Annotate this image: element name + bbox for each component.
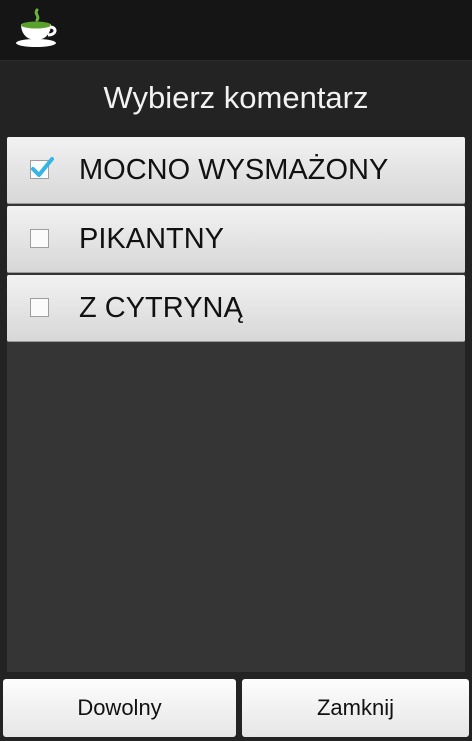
checkbox-checked[interactable] bbox=[30, 157, 54, 179]
dialog-button-bar: Dowolny Zamknij bbox=[0, 672, 472, 741]
list-item-mocno-wysmazony[interactable]: MOCNO WYSMAŻONY bbox=[7, 137, 465, 204]
list-item-label: PIKANTNY bbox=[79, 223, 225, 255]
list-item-z-cytryna[interactable]: Z CYTRYNĄ bbox=[7, 275, 465, 342]
comment-dialog: Wybierz komentarz MOCNO WYSMAŻONY PIKANT… bbox=[0, 61, 472, 741]
check-icon bbox=[31, 157, 54, 177]
list-item-pikantny[interactable]: PIKANTNY bbox=[7, 206, 465, 273]
list-item-label: Z CYTRYNĄ bbox=[79, 292, 243, 324]
close-button[interactable]: Zamknij bbox=[242, 679, 469, 737]
checkbox-unchecked[interactable] bbox=[30, 298, 49, 317]
checkbox-unchecked[interactable] bbox=[30, 229, 49, 248]
action-bar bbox=[0, 0, 472, 61]
tea-cup-icon bbox=[15, 8, 59, 48]
list-item-label: MOCNO WYSMAŻONY bbox=[79, 154, 389, 186]
dialog-title: Wybierz komentarz bbox=[103, 80, 369, 115]
any-button[interactable]: Dowolny bbox=[3, 679, 236, 737]
comment-list: MOCNO WYSMAŻONY PIKANTNY Z CYTRYNĄ bbox=[7, 137, 465, 733]
